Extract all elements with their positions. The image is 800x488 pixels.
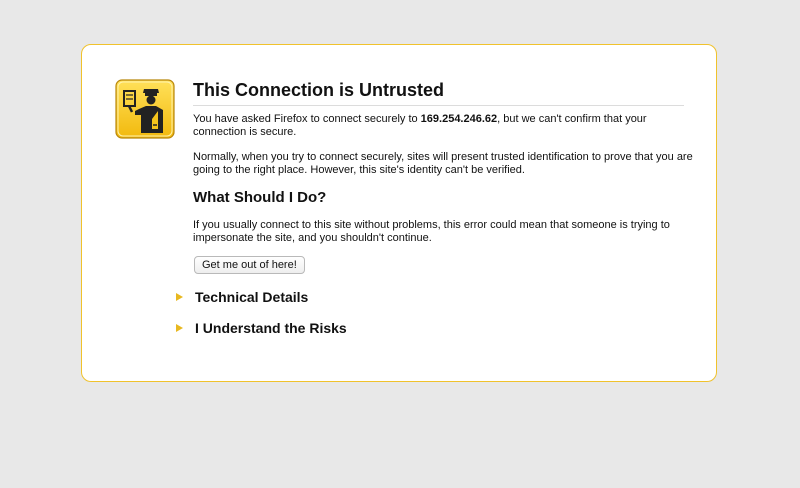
intro-text-start: You have asked Firefox to connect secure…: [193, 113, 421, 125]
what-to-do-heading: What Should I Do?: [193, 189, 327, 206]
understand-risks-label: I Understand the Risks: [195, 320, 347, 336]
technical-details-label: Technical Details: [195, 289, 309, 305]
page-title: This Connection is Untrusted: [193, 79, 684, 106]
explanation-text: Normally, when you try to connect secure…: [193, 151, 693, 176]
security-officer-icon: [115, 79, 175, 139]
host-address: 169.254.246.62: [420, 113, 498, 125]
untrusted-connection-box: This Connection is Untrusted You have as…: [81, 44, 717, 382]
intro-text: You have asked Firefox to connect secure…: [193, 113, 693, 139]
technical-details-expander[interactable]: Technical Details: [176, 288, 308, 306]
get-me-out-button[interactable]: Get me out of here!: [194, 256, 305, 274]
understand-risks-expander[interactable]: I Understand the Risks: [176, 319, 347, 337]
page: This Connection is Untrusted You have as…: [0, 0, 800, 488]
expand-arrow-icon: [176, 293, 183, 301]
expand-arrow-icon: [176, 324, 183, 332]
what-to-do-text: If you usually connect to this site with…: [193, 219, 670, 244]
